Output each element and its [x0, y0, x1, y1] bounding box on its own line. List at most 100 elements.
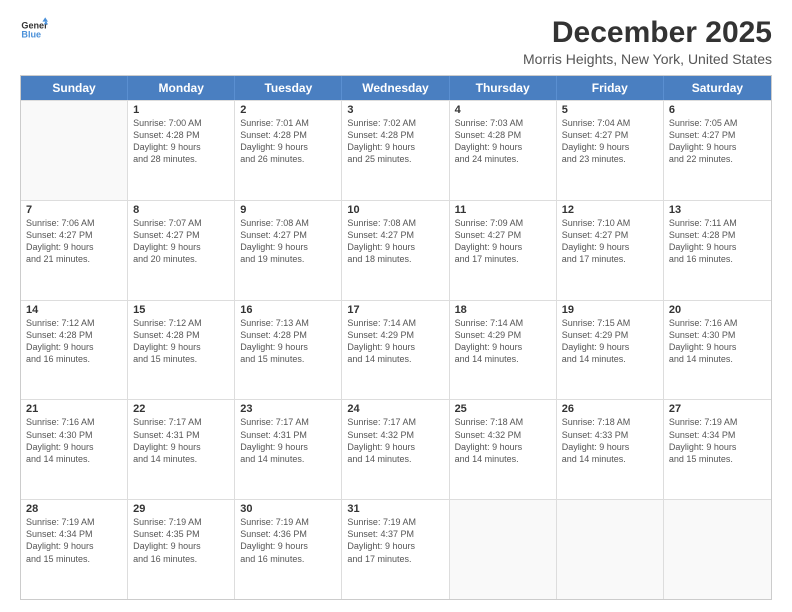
logo-icon: General Blue — [20, 16, 48, 44]
cell-info-line: Daylight: 9 hours — [455, 441, 551, 453]
cell-info-line: and 26 minutes. — [240, 153, 336, 165]
cell-info-line: Daylight: 9 hours — [455, 141, 551, 153]
cell-info-line: Sunset: 4:28 PM — [669, 229, 766, 241]
day-number: 26 — [562, 403, 658, 415]
header-day: Tuesday — [235, 76, 342, 100]
calendar-cell: 25Sunrise: 7:18 AMSunset: 4:32 PMDayligh… — [450, 400, 557, 499]
day-number: 14 — [26, 304, 122, 316]
cell-info-line: Sunrise: 7:16 AM — [669, 317, 766, 329]
calendar-row: 21Sunrise: 7:16 AMSunset: 4:30 PM Dayligh… — [21, 399, 771, 499]
calendar-cell: 12Sunrise: 7:10 AMSunset: 4:27 PMDayligh… — [557, 201, 664, 300]
cell-info-line: Daylight: 9 hours — [562, 241, 658, 253]
day-number: 30 — [240, 503, 336, 515]
cell-info-line: and 14 minutes. — [347, 453, 443, 465]
cell-info-line: and 14 minutes. — [133, 453, 229, 465]
cell-info-line: and 20 minutes. — [133, 253, 229, 265]
main-title: December 2025 — [523, 16, 772, 49]
cell-info-line: Daylight: 9 hours — [455, 241, 551, 253]
cell-info-line: and 14 minutes. — [240, 453, 336, 465]
day-number: 22 — [133, 403, 229, 415]
cell-info-line: and 28 minutes. — [133, 153, 229, 165]
cell-info-line: Sunset: 4:28 PM — [347, 129, 443, 141]
day-number: 10 — [347, 204, 443, 216]
header-day: Wednesday — [342, 76, 449, 100]
calendar-cell: 8Sunrise: 7:07 AMSunset: 4:27 PMDaylight… — [128, 201, 235, 300]
calendar-row: 7Sunrise: 7:06 AMSunset: 4:27 PMDaylight… — [21, 200, 771, 300]
calendar-row: 1Sunrise: 7:00 AMSunset: 4:28 PMDaylight… — [21, 100, 771, 200]
cell-info-line: Sunrise: 7:17 AM — [240, 416, 336, 428]
cell-info-line: Daylight: 9 hours — [26, 540, 122, 552]
cell-info-line: Sunset: 4:30 PM — [669, 329, 766, 341]
page: General Blue December 2025 Morris Height… — [0, 0, 792, 612]
cell-info-line: Sunset: 4:32 PM — [455, 429, 551, 441]
cell-info-line: Sunset: 4:29 PM — [562, 329, 658, 341]
calendar-cell: 21Sunrise: 7:16 AMSunset: 4:30 PMDayligh… — [21, 400, 128, 499]
day-number: 6 — [669, 104, 766, 116]
day-number: 28 — [26, 503, 122, 515]
logo: General Blue — [20, 16, 48, 44]
cell-info-line: and 25 minutes. — [347, 153, 443, 165]
day-number: 24 — [347, 403, 443, 415]
cell-info-line: and 14 minutes. — [562, 353, 658, 365]
cell-info-line: Sunrise: 7:14 AM — [455, 317, 551, 329]
cell-info-line: and 24 minutes. — [455, 153, 551, 165]
day-number: 2 — [240, 104, 336, 116]
calendar-cell: 23Sunrise: 7:17 AMSunset: 4:31 PMDayligh… — [235, 400, 342, 499]
cell-info-line: and 22 minutes. — [669, 153, 766, 165]
cell-info-line: Daylight: 9 hours — [240, 141, 336, 153]
cell-info-line: Sunset: 4:28 PM — [26, 329, 122, 341]
cell-info-line: Sunset: 4:27 PM — [26, 229, 122, 241]
cell-info-line: and 14 minutes. — [562, 453, 658, 465]
cell-info-line: Sunrise: 7:14 AM — [347, 317, 443, 329]
cell-info-line: Sunset: 4:29 PM — [455, 329, 551, 341]
cell-info-line: Sunrise: 7:08 AM — [240, 217, 336, 229]
cell-info-line: Daylight: 9 hours — [133, 540, 229, 552]
cell-info-line: Sunrise: 7:05 AM — [669, 117, 766, 129]
calendar-cell: 11Sunrise: 7:09 AMSunset: 4:27 PMDayligh… — [450, 201, 557, 300]
day-number: 15 — [133, 304, 229, 316]
calendar-cell: 31Sunrise: 7:19 AMSunset: 4:37 PMDayligh… — [342, 500, 449, 599]
day-number: 18 — [455, 304, 551, 316]
cell-info-line: Sunset: 4:33 PM — [562, 429, 658, 441]
calendar-cell — [557, 500, 664, 599]
calendar-cell: 4Sunrise: 7:03 AMSunset: 4:28 PMDaylight… — [450, 101, 557, 200]
cell-info-line: Sunrise: 7:00 AM — [133, 117, 229, 129]
cell-info-line: Sunset: 4:27 PM — [455, 229, 551, 241]
cell-info-line: Daylight: 9 hours — [669, 341, 766, 353]
cell-info-line: Daylight: 9 hours — [347, 141, 443, 153]
day-number: 21 — [26, 403, 122, 415]
cell-info-line: Sunset: 4:35 PM — [133, 528, 229, 540]
day-number: 11 — [455, 204, 551, 216]
calendar-cell: 26Sunrise: 7:18 AMSunset: 4:33 PMDayligh… — [557, 400, 664, 499]
cell-info-line: and 21 minutes. — [26, 253, 122, 265]
cell-info-line: Sunrise: 7:16 AM — [26, 416, 122, 428]
cell-info-line: and 15 minutes. — [240, 353, 336, 365]
cell-info-line: Daylight: 9 hours — [26, 341, 122, 353]
cell-info-line: Sunset: 4:28 PM — [240, 329, 336, 341]
calendar-row: 28Sunrise: 7:19 AMSunset: 4:34 PMDayligh… — [21, 499, 771, 599]
cell-info-line: Daylight: 9 hours — [133, 141, 229, 153]
cell-info-line: and 14 minutes. — [347, 353, 443, 365]
cell-info-line: Daylight: 9 hours — [455, 341, 551, 353]
cell-info-line: and 14 minutes. — [669, 353, 766, 365]
calendar-cell: 30Sunrise: 7:19 AMSunset: 4:36 PMDayligh… — [235, 500, 342, 599]
calendar-cell: 6Sunrise: 7:05 AMSunset: 4:27 PMDaylight… — [664, 101, 771, 200]
cell-info-line: Sunrise: 7:02 AM — [347, 117, 443, 129]
cell-info-line: and 14 minutes. — [455, 353, 551, 365]
cell-info-line: and 17 minutes. — [562, 253, 658, 265]
cell-info-line: Sunset: 4:34 PM — [26, 528, 122, 540]
cell-info-line: Sunset: 4:29 PM — [347, 329, 443, 341]
cell-info-line: Sunrise: 7:17 AM — [347, 416, 443, 428]
calendar-cell: 24Sunrise: 7:17 AMSunset: 4:32 PMDayligh… — [342, 400, 449, 499]
cell-info-line: and 15 minutes. — [26, 553, 122, 565]
day-number: 13 — [669, 204, 766, 216]
cell-info-line: Sunset: 4:27 PM — [133, 229, 229, 241]
cell-info-line: Sunrise: 7:17 AM — [133, 416, 229, 428]
header-day: Monday — [128, 76, 235, 100]
cell-info-line: Sunset: 4:30 PM — [26, 429, 122, 441]
calendar-cell: 7Sunrise: 7:06 AMSunset: 4:27 PMDaylight… — [21, 201, 128, 300]
cell-info-line: and 16 minutes. — [133, 553, 229, 565]
cell-info-line: Sunset: 4:27 PM — [347, 229, 443, 241]
cell-info-line: Sunset: 4:27 PM — [669, 129, 766, 141]
cell-info-line: Sunset: 4:28 PM — [240, 129, 336, 141]
